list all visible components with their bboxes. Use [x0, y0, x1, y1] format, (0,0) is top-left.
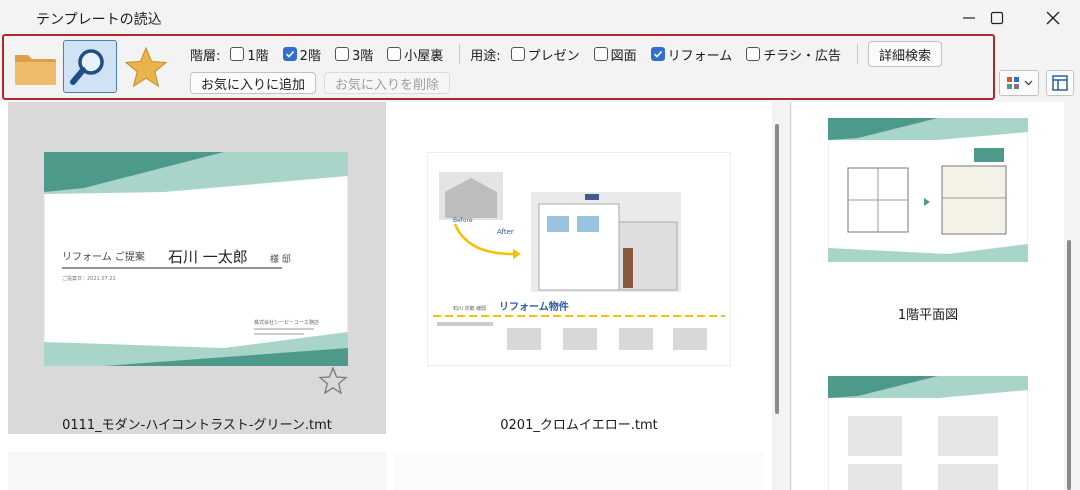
thumb-title: リフォーム物件	[499, 300, 569, 313]
star-icon	[124, 46, 168, 87]
close-icon	[1046, 11, 1060, 25]
open-folder-button[interactable]	[8, 40, 62, 93]
favorite-row: お気に入りに追加 お気に入りを削除	[190, 72, 451, 94]
thumb-honorific: 様 邸	[270, 253, 291, 265]
attic-checkbox[interactable]: 小屋裏	[387, 45, 443, 64]
search-toolbar: 階層: 1階 2階 3階 小屋裏 用途: プレゼン 図面 リフォーム チラシ・広…	[2, 34, 995, 100]
thumb-date: ご提案日：2021.07.21	[62, 275, 116, 282]
presentation-checkbox[interactable]: プレゼン	[510, 45, 580, 64]
checkmark-icon	[285, 50, 294, 58]
preview-pane-icon	[1052, 75, 1068, 91]
toolbar-separator	[459, 44, 461, 64]
template-thumbnail: リフォーム ご提案 石川 一太郎 様 邸 ご提案日：2021.07.21 株式会…	[44, 152, 348, 366]
thumb-before: Before	[453, 217, 473, 224]
floor-1-checkbox[interactable]: 1階	[230, 45, 269, 64]
preview-caption: 1階平面図	[897, 308, 959, 323]
checkbox-label: 2階	[299, 48, 321, 64]
thumb-name: 石川 一太郎	[168, 248, 248, 266]
favorite-star-icon[interactable]	[318, 366, 348, 396]
template-list-scrollbar[interactable]	[775, 124, 779, 414]
checkbox-box	[387, 47, 402, 61]
usage-label: 用途:	[470, 48, 501, 64]
maximize-icon	[990, 11, 1004, 25]
checkbox-box	[334, 47, 349, 61]
add-favorite-button[interactable]: お気に入りに追加	[190, 72, 317, 94]
template-card[interactable]	[394, 452, 764, 490]
preview-page	[828, 376, 1028, 490]
template-list[interactable]: リフォーム ご提案 石川 一太郎 様 邸 ご提案日：2021.07.21 株式会…	[0, 102, 772, 490]
close-button[interactable]	[1030, 0, 1076, 36]
preview-page	[828, 118, 1028, 262]
folder-icon	[15, 54, 56, 85]
detail-search-button[interactable]: 詳細検索	[868, 41, 943, 67]
template-filename: 0201_クロムイエロー.tmt	[500, 418, 658, 433]
title-bar: テンプレートの読込	[0, 0, 1080, 36]
template-filename: 0111_モダン-ハイコントラスト-グリーン.tmt	[62, 418, 332, 433]
drawing-checkbox[interactable]: 図面	[593, 45, 637, 64]
view-mode-dropdown[interactable]	[999, 70, 1039, 98]
reform-checkbox[interactable]: リフォーム	[650, 45, 733, 64]
template-card[interactable]: Before After 石川 次郎 様邸 リフォーム物件 0201_クロムイエ…	[394, 102, 764, 434]
toolbar-separator	[857, 44, 859, 64]
flyer-checkbox[interactable]: チラシ・広告	[746, 45, 841, 64]
template-card[interactable]	[8, 452, 386, 490]
preview-pane-toggle[interactable]	[1046, 70, 1074, 98]
checkbox-label: 1階	[247, 48, 269, 64]
checkbox-label: 小屋裏	[404, 48, 444, 64]
checkmark-icon	[653, 50, 662, 58]
checkbox-box	[282, 47, 297, 61]
preview-scrollbar[interactable]	[1067, 240, 1071, 490]
checkbox-label: チラシ・広告	[763, 48, 842, 64]
thumb-customer: 石川 次郎 様邸	[453, 305, 486, 312]
thumb-after: After	[497, 228, 514, 236]
floor-label: 階層:	[190, 48, 221, 64]
checkbox-box	[230, 47, 245, 61]
grid-view-icon	[1006, 77, 1019, 89]
checkbox-label: リフォーム	[667, 48, 733, 64]
remove-favorite-button: お気に入りを削除	[324, 72, 451, 94]
thumb-company: 株式会社シーピーユー工務店	[254, 319, 319, 326]
search-mode-button[interactable]	[63, 40, 117, 93]
checkbox-box	[510, 47, 525, 61]
chevron-down-icon	[1024, 80, 1032, 86]
checkbox-label: プレゼン	[527, 48, 580, 64]
checkbox-label: 図面	[610, 48, 637, 64]
thumb-heading: リフォーム ご提案	[62, 250, 145, 263]
filter-row: 階層: 1階 2階 3階 小屋裏 用途: プレゼン 図面 リフォーム チラシ・広…	[190, 41, 943, 67]
template-card[interactable]: リフォーム ご提案 石川 一太郎 様 邸 ご提案日：2021.07.21 株式会…	[8, 102, 386, 434]
magnifier-icon	[70, 48, 104, 85]
preview-pane: 1階平面図	[792, 102, 1064, 490]
checkbox-box	[746, 47, 761, 61]
window-title: テンプレートの読込	[36, 12, 162, 28]
favorites-button[interactable]	[119, 40, 173, 93]
checkbox-box	[650, 47, 665, 61]
floor-2-checkbox[interactable]: 2階	[282, 45, 321, 64]
pane-divider[interactable]	[790, 102, 791, 490]
checkbox-label: 3階	[351, 48, 374, 64]
checkbox-box	[593, 47, 608, 61]
floor-3-checkbox[interactable]: 3階	[334, 45, 374, 64]
maximize-button[interactable]	[974, 0, 1020, 36]
template-thumbnail: Before After 石川 次郎 様邸 リフォーム物件	[427, 152, 731, 366]
